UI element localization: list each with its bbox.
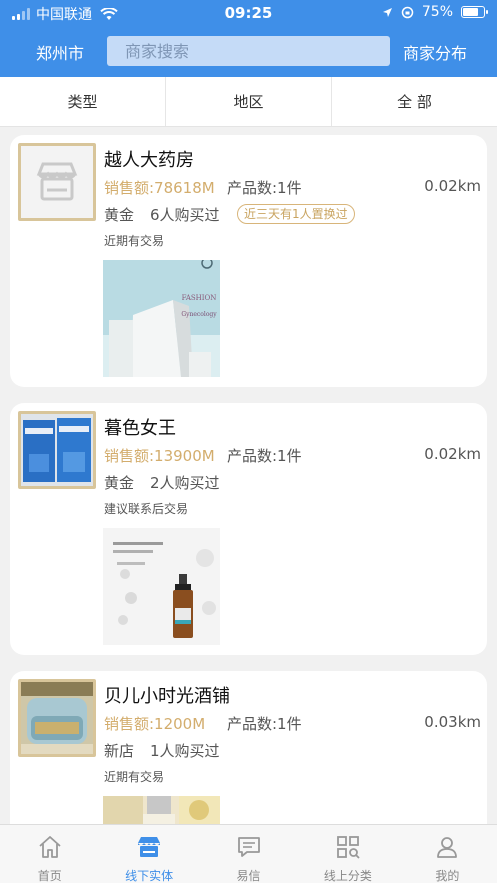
tab-home-label: 首页 (37, 869, 62, 883)
store-logo (18, 679, 96, 757)
store-buyers: 1人购买过 (150, 742, 220, 760)
store-level: 黄金 (104, 474, 135, 492)
tab-offline-stores[interactable]: 线下实体 (99, 825, 198, 883)
filter-all[interactable]: 全 部 (332, 77, 497, 126)
store-distance: 0.02km (424, 177, 481, 195)
battery-percent: 75% (421, 4, 453, 20)
store-sales: 销售额:78618M (104, 179, 215, 197)
battery-icon (461, 6, 488, 18)
orientation-lock-icon (401, 6, 414, 18)
store-buyers: 2人购买过 (150, 474, 220, 492)
store-card[interactable]: 暮色女王 销售额:13900M 产品数:1件 0.02km 黄金 2人购买过 建… (10, 403, 487, 655)
store-product-count: 产品数:1件 (227, 447, 302, 465)
store-level: 新店 (104, 742, 135, 760)
store-sales: 销售额:1200M (104, 715, 206, 733)
location-arrow-icon (382, 7, 392, 17)
store-product-count: 产品数:1件 (227, 179, 302, 197)
product-photo[interactable] (103, 528, 220, 645)
city-selector[interactable]: 郑州市 (36, 40, 84, 64)
store-note: 近期有交易 (104, 234, 165, 248)
store-logo (18, 143, 96, 221)
tab-bar: 首页 线下实体 易信 线上分类 我的 (0, 824, 497, 883)
store-buyers: 6人购买过 (150, 206, 220, 224)
store-card[interactable]: 越人大药房 销售额:78618M 产品数:1件 0.02km 黄金 6人购买过 … (10, 135, 487, 387)
category-icon (337, 836, 360, 859)
exchange-badge: 近三天有1人置换过 (237, 204, 355, 224)
store-distance: 0.03km (424, 713, 481, 731)
filter-region[interactable]: 地区 (166, 77, 332, 126)
tab-profile[interactable]: 我的 (398, 825, 497, 883)
tab-messages-label: 易信 (236, 869, 261, 883)
store-product-count: 产品数:1件 (227, 715, 302, 733)
store-note: 建议联系后交易 (104, 502, 189, 516)
profile-icon (437, 837, 458, 858)
tab-profile-label: 我的 (435, 869, 460, 883)
photo-text-gynecology: Gynecology (181, 311, 217, 318)
store-sales: 销售额:13900M (104, 447, 215, 465)
store-name: 暮色女王 (104, 418, 176, 439)
store-distance: 0.02km (424, 445, 481, 463)
product-photo[interactable]: FASHION Gynecology (103, 260, 220, 377)
filter-bar: 类型 地区 全 部 (0, 77, 497, 127)
home-icon (39, 836, 61, 858)
status-bar: 中国联通 09:25 75% (0, 0, 497, 26)
store-name: 贝儿小时光酒铺 (104, 686, 230, 707)
tab-online-categories-label: 线上分类 (323, 869, 372, 883)
tab-home[interactable]: 首页 (0, 825, 99, 883)
store-card[interactable]: 贝儿小时光酒铺 销售额:1200M 产品数:1件 0.03km 新店 1人购买过… (10, 671, 487, 824)
message-icon (237, 837, 260, 857)
store-placeholder-icon (21, 146, 93, 218)
store-distribution-link[interactable]: 商家分布 (403, 40, 467, 64)
filter-type[interactable]: 类型 (0, 77, 166, 126)
top-bar: 郑州市 商家分布 (0, 26, 497, 77)
tab-messages[interactable]: 易信 (199, 825, 298, 883)
store-level: 黄金 (104, 206, 135, 224)
store-list: 越人大药房 销售额:78618M 产品数:1件 0.02km 黄金 6人购买过 … (0, 127, 497, 824)
tab-online-categories[interactable]: 线上分类 (298, 825, 397, 883)
photo-text-fashion: FASHION (182, 294, 217, 302)
tab-offline-stores-label: 线下实体 (125, 869, 174, 883)
search-input[interactable] (107, 36, 390, 66)
store-icon (138, 837, 161, 857)
store-logo (18, 411, 96, 489)
status-right: 75% (382, 4, 488, 20)
store-name: 越人大药房 (104, 150, 194, 171)
product-photo[interactable] (103, 796, 220, 824)
store-note: 近期有交易 (104, 770, 165, 784)
